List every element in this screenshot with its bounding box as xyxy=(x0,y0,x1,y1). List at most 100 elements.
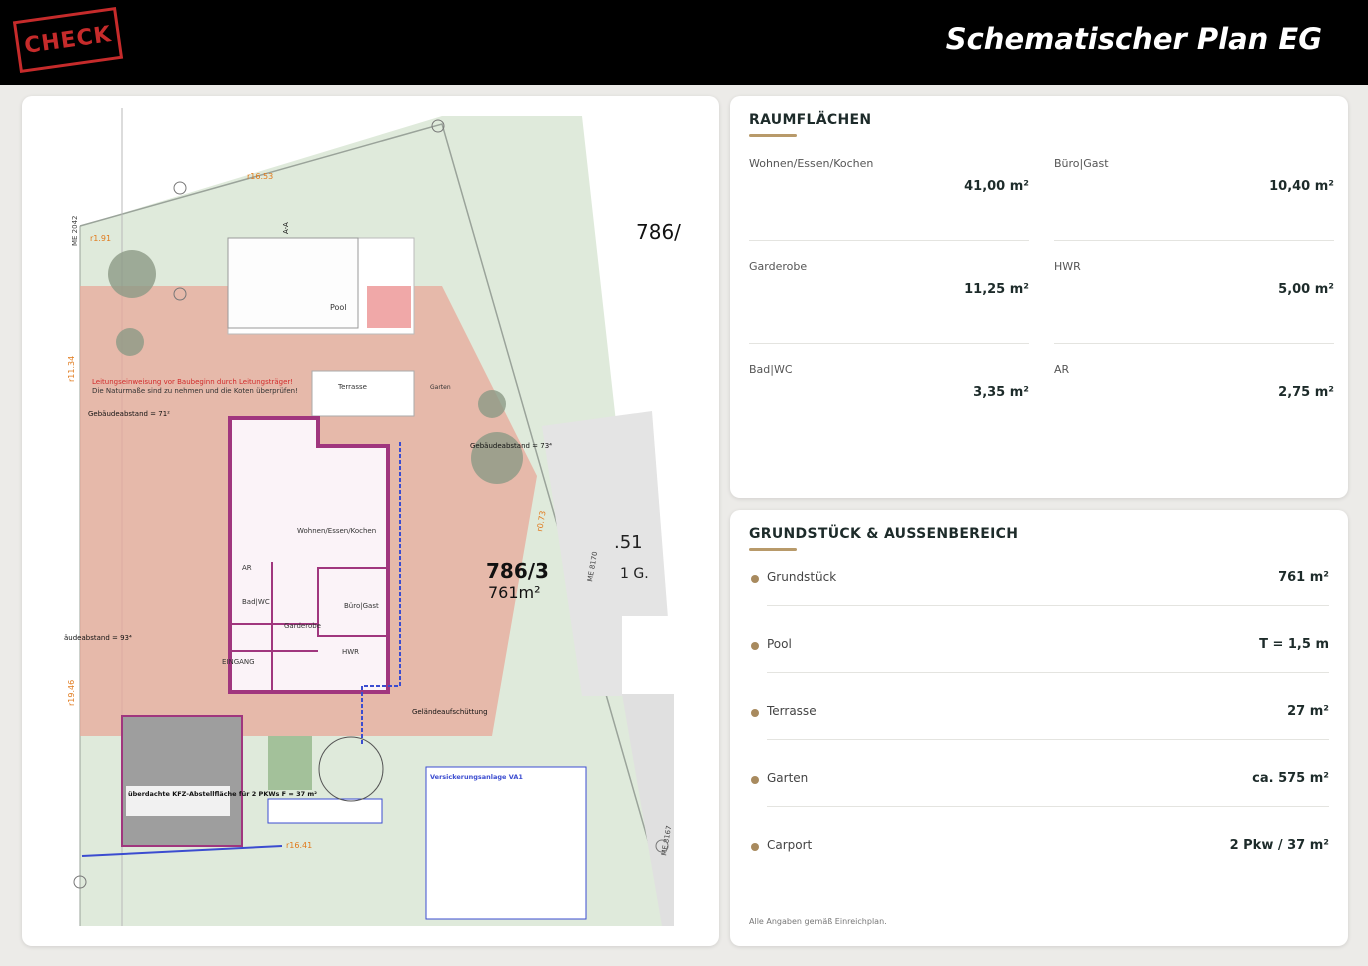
pool-equipment xyxy=(367,286,411,328)
bullet-dot-icon xyxy=(751,709,759,717)
building-distance-label: äudeabstand = 93⁴ xyxy=(64,634,132,642)
section-label: A-A xyxy=(282,222,290,234)
divider xyxy=(767,739,1329,740)
divider xyxy=(1054,240,1334,241)
dimension-label: r16.53 xyxy=(247,172,273,181)
title-accent xyxy=(749,548,797,551)
bullet-dot-icon xyxy=(751,843,759,851)
room-item: Bad|WC 3,35 m² xyxy=(749,363,1029,466)
neighbor-floor: 1 G. xyxy=(620,566,649,582)
property-label: Carport xyxy=(767,838,813,852)
room-item: Büro|Gast 10,40 m² xyxy=(1054,157,1334,260)
garderobe-label: Garderobe xyxy=(284,622,321,630)
footnote: Alle Angaben gemäß Einreichplan. xyxy=(749,917,887,926)
room-value: 5,00 m² xyxy=(1278,282,1334,297)
stamp-text: CHECK xyxy=(22,21,114,59)
bullet-dot-icon xyxy=(751,575,759,583)
header-bar: CHECK Schematischer Plan EG xyxy=(0,0,1368,85)
hwr-label: HWR xyxy=(342,648,359,656)
carport xyxy=(121,715,243,847)
room-item: Garderobe 11,25 m² xyxy=(749,260,1029,363)
masked-area xyxy=(622,616,719,694)
pool xyxy=(227,237,359,329)
room-areas-title: RAUMFLÄCHEN xyxy=(749,112,872,128)
carport-label: überdachte KFZ-Abstellfläche für 2 PKWs … xyxy=(128,790,317,798)
property-value: ca. 575 m² xyxy=(1252,771,1329,786)
property-row: Garten ca. 575 m² xyxy=(749,763,1329,830)
dimension-label: r19.46 xyxy=(67,680,76,706)
tree-icon xyxy=(116,328,144,356)
ar-label: AR xyxy=(242,564,252,572)
infiltration-label: Versickerungsanlage VA1 xyxy=(430,773,523,781)
divider xyxy=(749,343,1029,344)
room-item: Wohnen/Essen/Kochen 41,00 m² xyxy=(749,157,1029,260)
office-label: Büro|Gast xyxy=(344,602,379,610)
property-label: Pool xyxy=(767,637,792,651)
room-label: Wohnen/Essen/Kochen xyxy=(749,157,874,170)
neighbor-code: .51 xyxy=(614,532,643,553)
property-title: GRUNDSTÜCK & AUSSENBEREICH xyxy=(749,526,1019,542)
property-label: Grundstück xyxy=(767,570,837,584)
property-value: 27 m² xyxy=(1287,704,1329,719)
tree-icon xyxy=(108,250,156,298)
me-label: ME 2042 xyxy=(71,215,79,246)
room-label: Bad|WC xyxy=(749,363,793,376)
room-label: Garderobe xyxy=(749,260,808,273)
dimension-label: r11.34 xyxy=(67,356,76,382)
divider xyxy=(1054,343,1334,344)
floor-plan-card: Pool Terrasse Garten Wohnen/Essen/Kochen… xyxy=(22,96,719,946)
floor-plan-drawing: Pool Terrasse Garten Wohnen/Essen/Kochen… xyxy=(64,108,719,926)
room-areas-card: RAUMFLÄCHEN Wohnen/Essen/Kochen 41,00 m²… xyxy=(730,96,1348,498)
property-label: Terrasse xyxy=(767,704,817,718)
room-label: Büro|Gast xyxy=(1054,157,1109,170)
lawn-trough-box xyxy=(267,798,383,824)
survey-point-icon xyxy=(173,181,187,195)
room-value: 11,25 m² xyxy=(964,282,1029,297)
room-value: 41,00 m² xyxy=(964,179,1029,194)
building-distance-label: Gebäudeabstand = 71² xyxy=(88,410,170,418)
room-label: AR xyxy=(1054,363,1070,376)
building-distance-label: Gebäudeabstand = 73⁴ xyxy=(470,442,552,450)
terrace-label: Terrasse xyxy=(337,383,367,391)
entrance-label: EINGANG xyxy=(222,658,255,666)
title-accent xyxy=(749,134,797,137)
property-label: Garten xyxy=(767,771,809,785)
bullet-dot-icon xyxy=(751,642,759,650)
property-row: Pool T = 1,5 m xyxy=(749,629,1329,696)
living-label: Wohnen/Essen/Kochen xyxy=(297,527,376,535)
divider xyxy=(767,806,1329,807)
infiltration-info-box xyxy=(425,766,587,920)
room-label: HWR xyxy=(1054,260,1081,273)
bullet-dot-icon xyxy=(751,776,759,784)
dimension-label: r1.91 xyxy=(90,234,111,243)
room-item: HWR 5,00 m² xyxy=(1054,260,1334,363)
warning-text: Die Naturmaße sind zu nehmen und die Kot… xyxy=(92,387,298,395)
neighbor-parcel-number: 786/ xyxy=(636,220,681,244)
room-value: 10,40 m² xyxy=(1269,179,1334,194)
property-row: Terrasse 27 m² xyxy=(749,696,1329,763)
parcel-area: 761m² xyxy=(488,583,541,602)
dimension-label: r16.41 xyxy=(286,841,312,850)
property-value: T = 1,5 m xyxy=(1259,637,1329,652)
page-title: Schematischer Plan EG xyxy=(945,22,1322,56)
check-stamp: CHECK xyxy=(12,7,124,73)
room-item: AR 2,75 m² xyxy=(1054,363,1334,466)
bad-label: Bad|WC xyxy=(242,598,270,606)
tree-icon xyxy=(478,390,506,418)
pool-label: Pool xyxy=(330,303,347,312)
divider xyxy=(767,605,1329,606)
divider xyxy=(749,240,1029,241)
garden-label: Garten xyxy=(430,384,451,391)
property-value: 761 m² xyxy=(1278,570,1329,585)
property-card: GRUNDSTÜCK & AUSSENBEREICH Grundstück 76… xyxy=(730,510,1348,946)
room-value: 2,75 m² xyxy=(1278,385,1334,400)
parcel-number: 786/3 xyxy=(486,559,549,583)
property-row: Grundstück 761 m² xyxy=(749,562,1329,629)
terrace xyxy=(311,370,415,417)
tree-icon xyxy=(471,432,523,484)
warning-text: Leitungseinweisung vor Baubeginn durch L… xyxy=(92,378,293,386)
terrain-label: Geländeaufschüttung xyxy=(412,708,488,716)
divider xyxy=(767,672,1329,673)
room-value: 3,35 m² xyxy=(973,385,1029,400)
property-value: 2 Pkw / 37 m² xyxy=(1229,838,1329,853)
